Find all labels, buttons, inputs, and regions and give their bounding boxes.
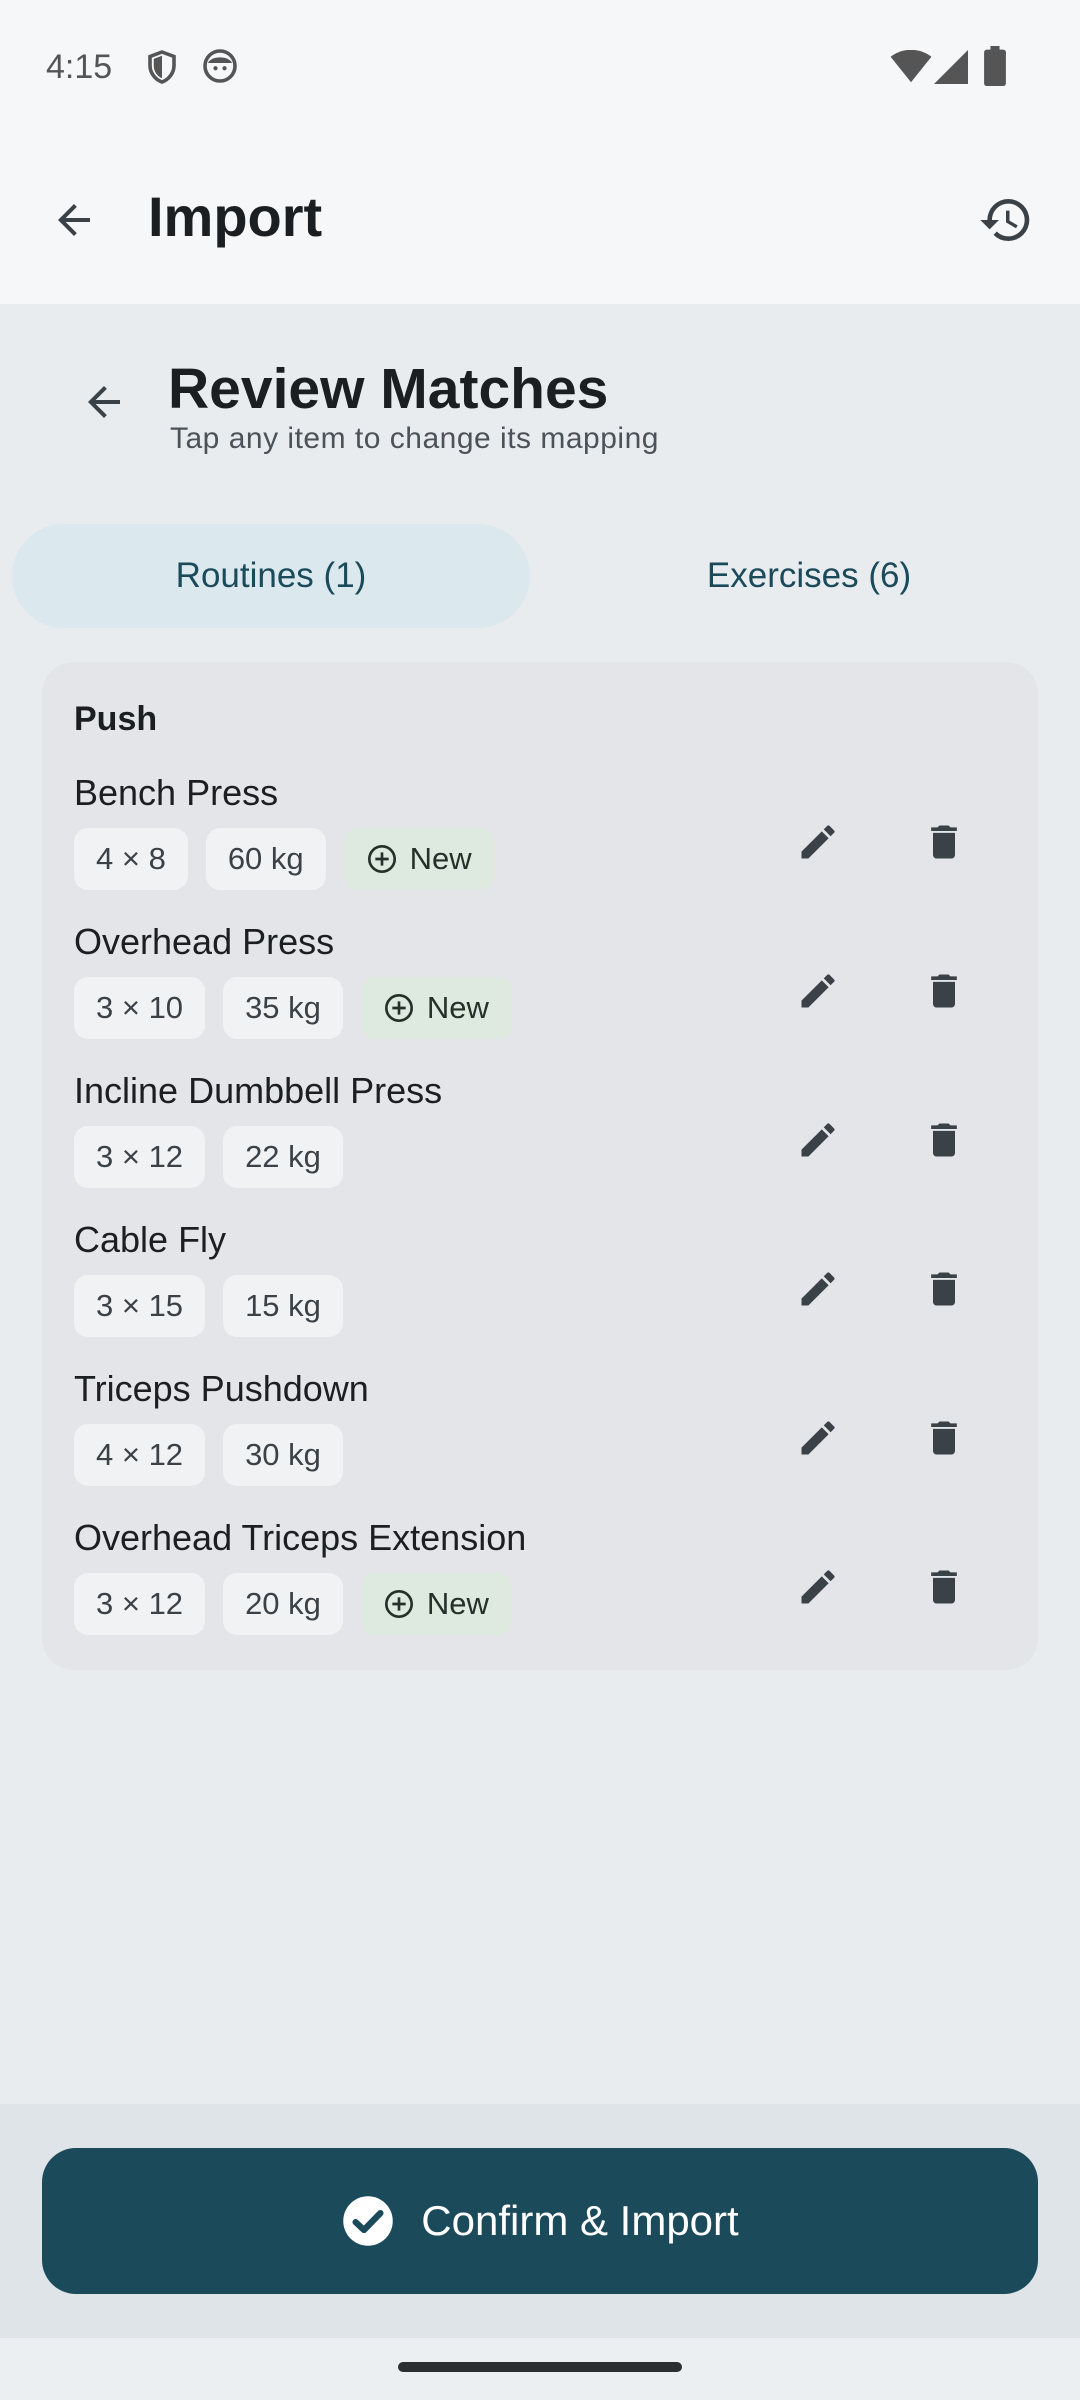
delete-button[interactable] <box>900 1394 988 1482</box>
exercise-name: Cable Fly <box>74 1219 227 1260</box>
weight-chip: 15 kg <box>223 1275 343 1337</box>
sets-chip: 3 × 10 <box>74 977 206 1039</box>
exercise-chips: 3 × 12 22 kg <box>74 1126 343 1188</box>
edit-button[interactable] <box>774 1096 862 1184</box>
delete-button[interactable] <box>900 1543 988 1631</box>
new-badge-label: New <box>426 1586 489 1621</box>
battery-icon <box>984 46 1006 86</box>
trash-icon <box>931 825 957 859</box>
pencil-icon <box>801 1570 835 1604</box>
exercise-row[interactable]: Overhead Triceps Extension 3 × 12 20 kg New <box>42 1517 1038 1665</box>
exercise-chips: 4 × 8 60 kg New <box>74 828 494 890</box>
add-circle-icon <box>384 994 413 1022</box>
pencil-icon <box>801 1272 835 1306</box>
exercise-chips: 3 × 12 20 kg New <box>74 1573 511 1635</box>
trash-icon <box>931 1272 957 1306</box>
review-subtitle: Tap any item to change its mapping <box>170 422 659 455</box>
pencil-icon <box>801 1421 835 1455</box>
weight-chip: 35 kg <box>223 977 343 1039</box>
home-indicator[interactable] <box>398 2362 682 2372</box>
review-title: Review Matches <box>168 357 609 421</box>
weight-chip: 20 kg <box>223 1573 343 1635</box>
delete-button[interactable] <box>900 947 988 1035</box>
page-title: Import <box>148 185 323 248</box>
confirm-import-button[interactable]: Confirm & Import <box>42 2148 1038 2294</box>
sets-chip: 4 × 12 <box>74 1424 206 1486</box>
delete-button[interactable] <box>900 1245 988 1333</box>
app-bar: Import <box>0 136 1080 304</box>
delete-button[interactable] <box>900 798 988 886</box>
sets-chip: 4 × 8 <box>74 828 188 890</box>
routine-card: Push Bench Press 4 × 8 60 kg New Overhead Pr… <box>42 662 1038 1670</box>
exercise-chips: 4 × 12 30 kg <box>74 1424 343 1486</box>
check-circle-icon <box>343 2196 394 2246</box>
trash-icon <box>931 974 957 1008</box>
pencil-icon <box>801 825 835 859</box>
arrow-back-icon <box>58 204 90 236</box>
routine-name: Push <box>74 700 158 738</box>
exercise-chips: 3 × 10 35 kg New <box>74 977 511 1039</box>
add-circle-icon <box>367 845 396 873</box>
tab-routines[interactable]: Routines (1) <box>12 524 530 628</box>
trash-icon <box>931 1570 957 1604</box>
new-badge: New <box>360 1573 511 1635</box>
exercise-row[interactable]: Bench Press 4 × 8 60 kg New <box>42 772 1038 920</box>
trash-icon <box>931 1123 957 1157</box>
bottom-action-bar: Confirm & Import <box>0 2104 1080 2338</box>
status-time: 4:15 <box>46 48 113 86</box>
sets-chip: 3 × 12 <box>74 1573 206 1635</box>
arrow-back-icon <box>88 386 120 418</box>
exercise-row[interactable]: Incline Dumbbell Press 3 × 12 22 kg <box>42 1070 1038 1218</box>
history-icon <box>980 199 1030 242</box>
sets-chip: 3 × 15 <box>74 1275 206 1337</box>
back-button[interactable] <box>26 172 122 268</box>
weight-chip: 30 kg <box>223 1424 343 1486</box>
exercise-chips: 3 × 15 15 kg <box>74 1275 343 1337</box>
review-back-button[interactable] <box>56 354 152 450</box>
exercise-name: Overhead Triceps Extension <box>74 1517 527 1558</box>
new-badge-label: New <box>426 990 489 1025</box>
trash-icon <box>931 1421 957 1455</box>
sets-chip: 3 × 12 <box>74 1126 206 1188</box>
review-content: Review Matches Tap any item to change it… <box>0 304 1080 2104</box>
exercise-name: Overhead Press <box>74 921 335 962</box>
face-icon <box>203 49 237 83</box>
status-bar: 4:15 <box>0 0 1080 136</box>
weight-chip: 60 kg <box>205 828 326 890</box>
shield-icon <box>148 50 176 84</box>
edit-button[interactable] <box>774 1394 862 1482</box>
exercise-name: Triceps Pushdown <box>74 1368 369 1409</box>
exercise-row[interactable]: Overhead Press 3 × 10 35 kg New <box>42 921 1038 1069</box>
exercise-row[interactable]: Triceps Pushdown 4 × 12 30 kg <box>42 1368 1038 1516</box>
tab-bar: Routines (1) Exercises (6) <box>12 524 1068 628</box>
signal-icon <box>934 50 968 84</box>
add-circle-icon <box>384 1590 413 1618</box>
confirm-import-label: Confirm & Import <box>421 2197 739 2244</box>
exercise-name: Bench Press <box>74 772 279 813</box>
edit-button[interactable] <box>774 1245 862 1333</box>
edit-button[interactable] <box>774 798 862 886</box>
wifi-icon <box>890 50 932 83</box>
weight-chip: 22 kg <box>223 1126 343 1188</box>
edit-button[interactable] <box>774 947 862 1035</box>
exercise-row[interactable]: Cable Fly 3 × 15 15 kg <box>42 1219 1038 1367</box>
pencil-icon <box>801 1123 835 1157</box>
pencil-icon <box>801 974 835 1008</box>
new-badge: New <box>360 977 511 1039</box>
new-badge: New <box>343 828 494 890</box>
history-button[interactable] <box>958 172 1054 268</box>
exercise-name: Incline Dumbbell Press <box>74 1070 443 1111</box>
new-badge-label: New <box>409 841 472 876</box>
edit-button[interactable] <box>774 1543 862 1631</box>
tab-exercises[interactable]: Exercises (6) <box>550 524 1068 628</box>
delete-button[interactable] <box>900 1096 988 1184</box>
